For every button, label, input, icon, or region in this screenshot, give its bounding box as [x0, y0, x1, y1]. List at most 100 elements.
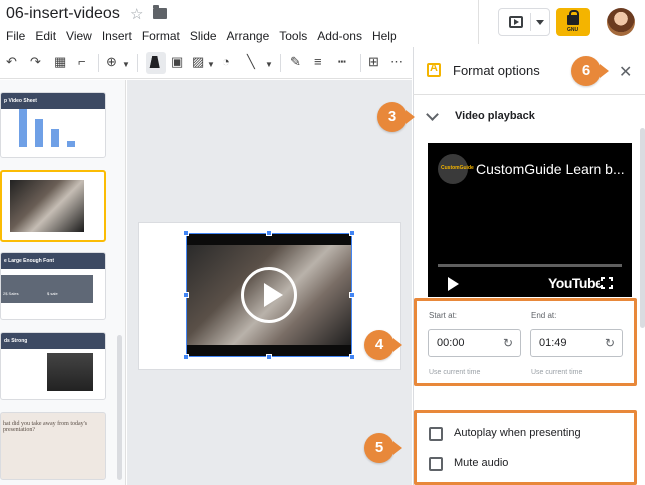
- callout-arrow: [406, 110, 415, 124]
- resize-handle[interactable]: [183, 230, 189, 236]
- resize-handle[interactable]: [183, 292, 189, 298]
- youtube-logo[interactable]: YouTube: [548, 275, 603, 291]
- redo-icon[interactable]: ↷: [30, 55, 41, 69]
- thumbnail-chart-bar: [67, 141, 75, 147]
- panel-title: Format options: [453, 63, 540, 78]
- slide-thumbnail-title: ds Strong: [1, 333, 105, 349]
- menu-format[interactable]: Format: [142, 29, 180, 43]
- video-playback-heading[interactable]: Video playback: [455, 110, 535, 122]
- toolbar-divider: [98, 54, 99, 72]
- channel-logo-text: CustomGuide: [441, 165, 474, 171]
- border-dash-icon[interactable]: ┅: [338, 55, 346, 69]
- print-icon[interactable]: ▦: [54, 55, 66, 69]
- present-button[interactable]: [498, 8, 550, 36]
- mute-audio-label[interactable]: Mute audio: [454, 457, 508, 469]
- menu-view[interactable]: View: [66, 29, 92, 43]
- video-title[interactable]: CustomGuide Learn b...: [476, 161, 625, 177]
- chevron-down-icon[interactable]: [536, 20, 544, 25]
- callout-badge: 3: [377, 102, 407, 132]
- image-chevron-icon[interactable]: ▼: [207, 58, 215, 72]
- share-button[interactable]: GNU: [556, 8, 590, 36]
- text-box-icon[interactable]: ▣: [171, 55, 183, 69]
- menu-arrange[interactable]: Arrange: [227, 29, 270, 43]
- folder-icon[interactable]: [153, 5, 167, 19]
- zoom-chevron-icon[interactable]: ▼: [122, 58, 130, 72]
- menu-edit[interactable]: Edit: [35, 29, 56, 43]
- refresh-icon[interactable]: ↻: [605, 336, 615, 350]
- select-tool-button[interactable]: [146, 52, 166, 74]
- toolbar-divider: [360, 54, 361, 72]
- zoom-icon[interactable]: ⊕: [106, 55, 117, 69]
- more-icon[interactable]: ⋯: [390, 55, 403, 69]
- thumbnail-table: 2$ Sales $ sale: [1, 275, 93, 303]
- slide-thumbnail-title: e Large Enough Font: [1, 253, 105, 269]
- slide-thumbnail-title: hat did you take away from today's prese…: [3, 421, 88, 433]
- callout-arrow: [600, 64, 609, 78]
- panel-scrollbar[interactable]: [640, 128, 645, 328]
- callout-badge: 6: [571, 56, 601, 86]
- resize-handle[interactable]: [183, 354, 189, 360]
- callout-badge: 5: [364, 433, 394, 463]
- resize-handle[interactable]: [266, 354, 272, 360]
- thumbnail-chart-bar: [35, 119, 43, 147]
- image-icon[interactable]: ▨: [192, 55, 204, 69]
- document-title[interactable]: 06-insert-videos: [6, 5, 120, 23]
- callout-arrow: [393, 441, 402, 455]
- menu-tools[interactable]: Tools: [279, 29, 307, 43]
- slide-thumbnail[interactable]: p Video Sheet: [0, 92, 106, 158]
- start-label: Start at:: [429, 311, 458, 320]
- star-icon[interactable]: ☆: [130, 5, 143, 23]
- thumbnail-cell: $ sale: [47, 291, 58, 296]
- people-photo: [47, 353, 93, 391]
- format-options-icon: [427, 62, 441, 77]
- paint-format-icon[interactable]: ⌐: [78, 55, 86, 69]
- present-divider: [530, 13, 531, 31]
- border-weight-icon[interactable]: ≡: [314, 55, 322, 69]
- use-current-time-end[interactable]: Use current time: [531, 369, 582, 376]
- add-comment-icon[interactable]: ⊞: [368, 55, 379, 69]
- cursor-icon: [149, 56, 163, 68]
- autoplay-checkbox[interactable]: [429, 427, 443, 441]
- use-current-time-start[interactable]: Use current time: [429, 369, 480, 376]
- end-time-input[interactable]: 01:49 ↻: [530, 329, 623, 357]
- line-chevron-icon[interactable]: ▼: [265, 58, 273, 72]
- menu-slide[interactable]: Slide: [190, 29, 217, 43]
- mute-audio-checkbox[interactable]: [429, 457, 443, 471]
- resize-handle[interactable]: [266, 230, 272, 236]
- menu-insert[interactable]: Insert: [102, 29, 132, 43]
- playback-time-group: Start at: End at: 00:00 ↻ 01:49 ↻ Use cu…: [414, 298, 637, 386]
- menu-help[interactable]: Help: [372, 29, 397, 43]
- slide-thumbnail-selected[interactable]: [0, 170, 106, 242]
- present-icon: [509, 16, 523, 28]
- callout-arrow: [393, 338, 402, 352]
- slide-thumbnail[interactable]: e Large Enough Font 2$ Sales $ sale: [0, 252, 106, 320]
- video-preview[interactable]: CustomGuide CustomGuide Learn b... YouTu…: [428, 143, 632, 297]
- toolbar-divider: [137, 54, 138, 72]
- end-label: End at:: [531, 311, 557, 320]
- menu-bar: File Edit View Insert Format Slide Arran…: [6, 29, 397, 43]
- resize-handle[interactable]: [349, 230, 355, 236]
- resize-handle[interactable]: [349, 354, 355, 360]
- refresh-icon[interactable]: ↻: [503, 336, 513, 350]
- video-progress-bar[interactable]: [438, 264, 622, 267]
- start-time-value: 00:00: [437, 337, 465, 349]
- playback-options-group: Autoplay when presenting Mute audio: [414, 410, 637, 485]
- fullscreen-icon[interactable]: [600, 276, 614, 290]
- autoplay-label[interactable]: Autoplay when presenting: [454, 427, 581, 439]
- slide-thumbnail[interactable]: hat did you take away from today's prese…: [0, 412, 106, 480]
- undo-icon[interactable]: ↶: [6, 55, 17, 69]
- filmstrip-scrollbar[interactable]: [117, 335, 122, 480]
- menu-addons[interactable]: Add-ons: [317, 29, 362, 43]
- thumbnail-chart-bar: [51, 129, 59, 147]
- play-icon[interactable]: [448, 277, 459, 291]
- menu-file[interactable]: File: [6, 29, 25, 43]
- video-thumbnail-image: [10, 180, 84, 232]
- slide-thumbnail[interactable]: ds Strong: [0, 332, 106, 400]
- line-icon[interactable]: ╲: [247, 55, 255, 69]
- start-time-input[interactable]: 00:00 ↻: [428, 329, 521, 357]
- avatar[interactable]: [607, 8, 635, 36]
- close-icon[interactable]: ✕: [619, 62, 632, 82]
- pen-icon[interactable]: ✎: [290, 55, 301, 69]
- shape-icon[interactable]: ◔: [222, 55, 230, 69]
- resize-handle[interactable]: [349, 292, 355, 298]
